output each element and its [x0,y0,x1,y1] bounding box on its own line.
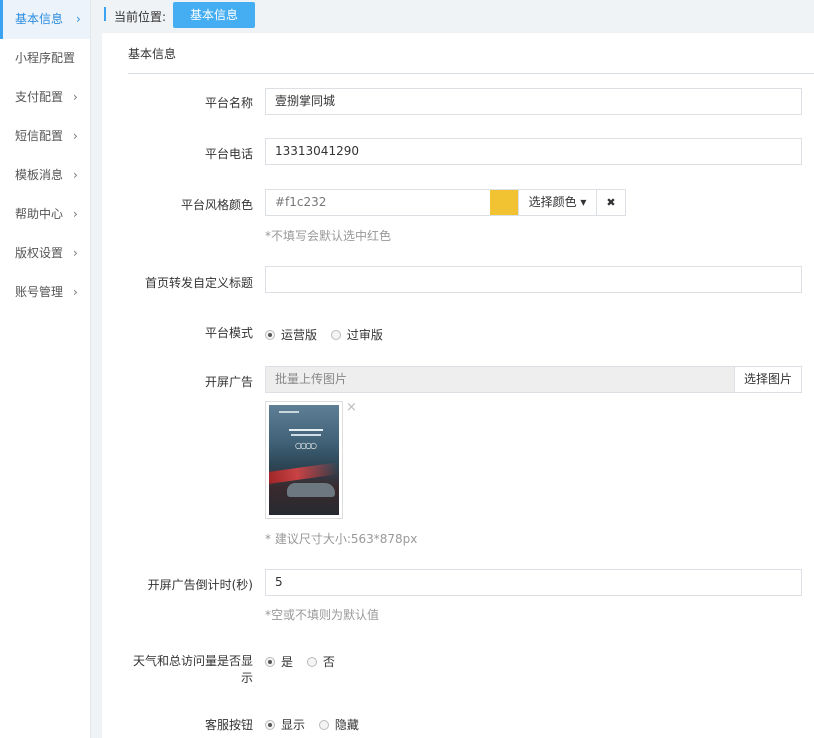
countdown-label: 开屏广告倒计时(秒) [147,578,253,592]
service-button-option-hide[interactable]: 隐藏 [318,718,359,732]
share-title-input[interactable] [265,266,802,293]
image-detail: ○○○○ [295,441,317,450]
image-detail [291,434,321,436]
weather-display-radio-group: 是 否 [265,653,345,670]
weather-display-label-line2: 示 [240,671,253,685]
sidebar-item-label: 帮助中心 [15,207,64,221]
countdown-hint: *空或不填则为默认值 [265,608,380,622]
platform-mode-label: 平台模式 [204,326,253,340]
sidebar-item-label: 支付配置 [15,90,64,104]
radio-option-label: 否 [322,655,335,669]
platform-name-input[interactable]: 壹捌掌同城 [265,88,802,115]
style-color-input[interactable]: #f1c232 [265,189,491,216]
chevron-right-icon: › [73,246,78,260]
image-detail [279,411,299,413]
sidebar-item-label: 基本信息 [15,12,64,26]
chevron-right-icon: › [73,285,78,299]
radio-checked-icon [265,330,275,340]
sidebar-item-label: 模板消息 [15,168,64,182]
platform-mode-radio-group: 运营版 过审版 [265,326,393,343]
platform-phone-label: 平台电话 [204,147,253,161]
image-detail [287,483,335,497]
section-divider [128,73,814,74]
weather-display-label-line1: 天气和总访问量是否显 [132,654,253,668]
pick-image-button[interactable]: 选择图片 [734,366,802,393]
pick-color-button[interactable]: 选择颜色 ▾ [518,189,597,216]
chevron-right-icon: › [73,207,78,221]
weather-display-option-no[interactable]: 否 [306,655,335,669]
platform-mode-option-review[interactable]: 过审版 [330,328,383,342]
sidebar-item-label: 版权设置 [15,246,64,260]
sidebar-item-account[interactable]: 账号管理 › [0,273,90,312]
sidebar: 基本信息 › 小程序配置 支付配置 › 短信配置 › 模板消息 › 帮助中心 ›… [0,0,91,738]
radio-checked-icon [265,720,275,730]
radio-option-label: 运营版 [281,328,318,342]
service-button-radio-group: 显示 隐藏 [265,716,369,733]
remove-image-icon[interactable]: × [346,400,357,415]
service-button-option-show[interactable]: 显示 [265,718,305,732]
chevron-right-icon: › [73,129,78,143]
platform-phone-input[interactable]: 13313041290 [265,138,802,165]
style-color-label: 平台风格颜色 [180,198,253,212]
countdown-input[interactable]: 5 [265,569,802,596]
breadcrumb-location-label: 当前位置: [114,10,167,24]
radio-unchecked-icon [318,720,329,730]
settings-form: 基本信息 平台名称 壹捌掌同城 平台电话 13313041290 平台风格颜色 … [102,33,814,738]
section-title: 基本信息 [128,47,177,61]
radio-unchecked-icon [330,330,341,340]
style-color-hint: *不填写会默认选中红色 [265,229,392,243]
sidebar-item-miniprogram-config[interactable]: 小程序配置 [0,39,90,78]
breadcrumb: 当前位置: 基本信息 [91,0,814,33]
splash-ad-label: 开屏广告 [204,375,253,389]
radio-option-label: 隐藏 [334,718,359,732]
radio-option-label: 显示 [281,718,306,732]
splash-ad-hint: * 建议尺寸大小:563*878px [265,532,418,546]
breadcrumb-current-button[interactable]: 基本信息 [173,2,255,28]
radio-option-label: 是 [281,655,294,669]
sidebar-item-label: 小程序配置 [15,51,76,65]
radio-unchecked-icon [306,657,317,667]
chevron-right-icon: › [73,90,78,104]
splash-ad-thumbnail: ○○○○ [265,401,343,519]
weather-display-label: 天气和总访问量是否显 示 [133,653,253,687]
service-button-label: 客服按钮 [204,718,253,732]
sidebar-item-label: 短信配置 [15,129,64,143]
sidebar-item-copyright[interactable]: 版权设置 › [0,234,90,273]
weather-display-option-yes[interactable]: 是 [265,655,293,669]
sidebar-item-basic-info[interactable]: 基本信息 › [0,0,90,39]
splash-ad-upload-input[interactable]: 批量上传图片 [265,366,735,393]
sidebar-item-help-center[interactable]: 帮助中心 › [0,195,90,234]
sidebar-item-template-message[interactable]: 模板消息 › [0,156,90,195]
radio-option-label: 过审版 [346,328,383,342]
sidebar-item-sms-config[interactable]: 短信配置 › [0,117,90,156]
chevron-right-icon: › [76,12,81,26]
breadcrumb-marker [104,7,106,21]
splash-ad-image: ○○○○ [269,405,339,515]
image-detail [269,462,339,484]
color-swatch[interactable] [490,189,518,216]
radio-checked-icon [265,657,275,667]
platform-mode-option-operating[interactable]: 运营版 [265,328,317,342]
image-detail [289,429,323,431]
platform-name-label: 平台名称 [204,96,253,110]
clear-color-icon[interactable]: ✖ [596,189,626,216]
sidebar-item-label: 账号管理 [15,285,64,299]
share-title-label: 首页转发自定义标题 [144,276,253,290]
chevron-right-icon: › [73,168,78,182]
sidebar-item-payment-config[interactable]: 支付配置 › [0,78,90,117]
